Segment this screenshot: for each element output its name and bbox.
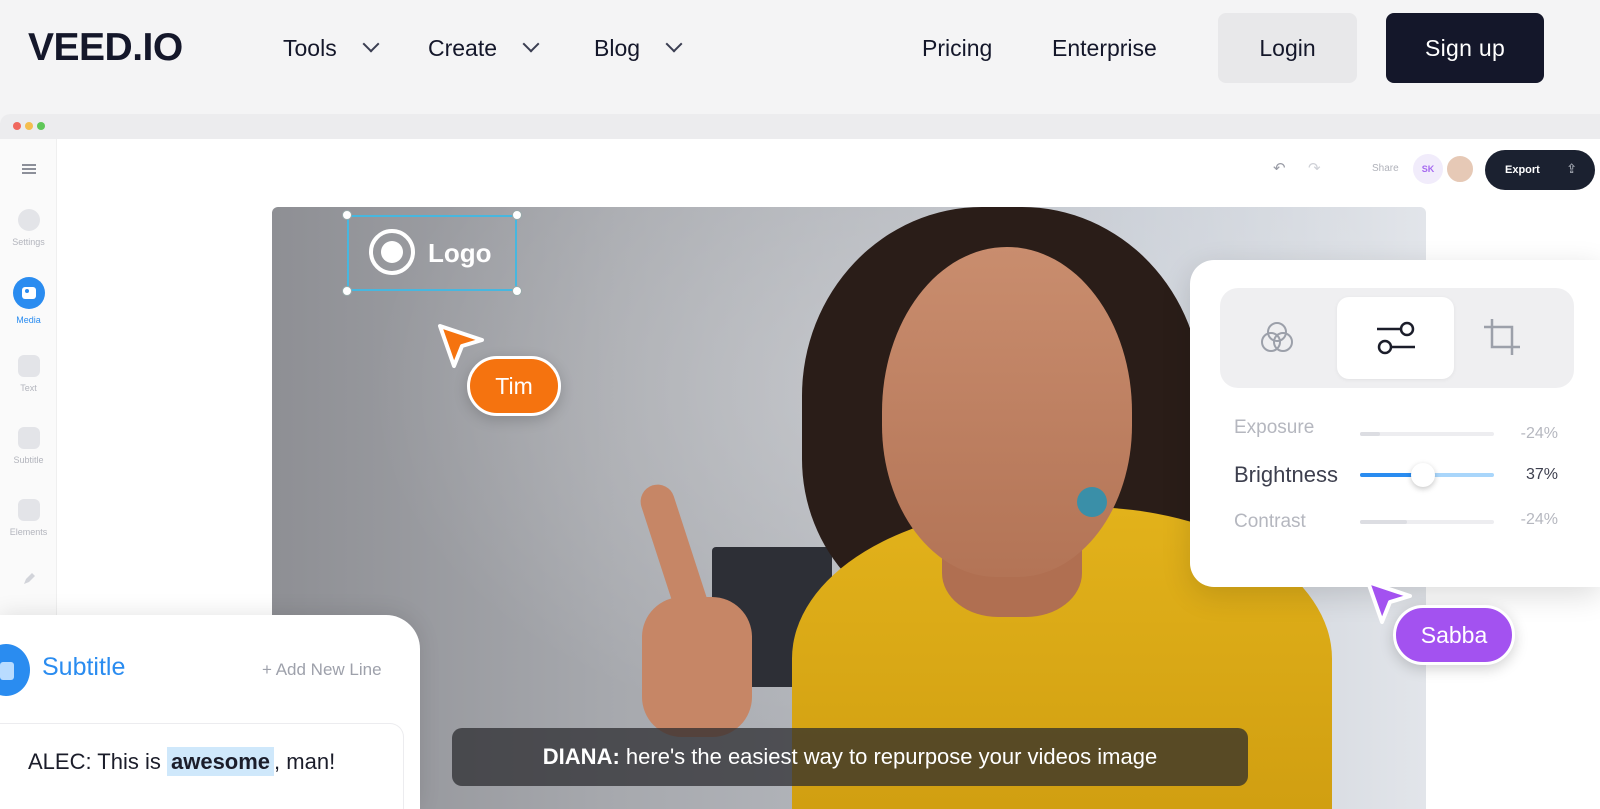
resize-handle[interactable] [342,286,352,296]
login-button[interactable]: Login [1218,13,1357,83]
brightness-knob[interactable] [1411,463,1435,487]
subtitle-icon [0,640,34,700]
adjust-tabs [1220,288,1574,388]
subtitle-line-text[interactable]: ALEC: This is awesome, man! [28,747,336,776]
resize-handle[interactable] [512,210,522,220]
chevron-down-icon [665,35,683,53]
window-titlebar [0,114,1600,139]
text-icon [17,355,40,377]
contrast-value: -24% [1520,511,1558,528]
video-caption[interactable]: DIANA: here's the easiest way to repurpo… [452,728,1248,786]
crop-icon [1484,319,1520,355]
close-dot [13,122,21,130]
logo-text: Logo [428,238,492,268]
exposure-slider[interactable] [1360,432,1494,436]
sidebar-item-label: Settings [12,237,45,247]
media-icon [12,277,45,309]
exposure-label: Exposure [1234,417,1315,438]
nav-pricing[interactable]: Pricing [922,34,992,62]
redo-icon[interactable]: ↷ [1308,159,1321,177]
contrast-slider[interactable] [1360,520,1494,524]
minimize-dot [25,122,33,130]
sidebar-item-text[interactable]: Text [0,355,57,393]
video-person-earring [1077,487,1107,517]
share-button[interactable]: Share [1372,163,1399,174]
export-button[interactable]: Export ⇪ [1485,150,1595,190]
tim-cursor-tag: Tim [467,356,561,416]
exposure-value: -24% [1520,425,1558,442]
brightness-label: Brightness [1234,462,1338,487]
nav-create-label: Create [428,35,498,61]
adjust-panel: Exposure -24% Brightness 37% Contrast -2… [1190,260,1600,587]
subtitle-title: Subtitle [42,653,126,681]
resize-handle[interactable] [512,286,522,296]
subtitle-suffix: , man! [274,749,336,774]
elements-icon [17,499,40,521]
avatar[interactable]: SK [1413,154,1443,184]
export-label: Export [1505,164,1540,176]
caption-speaker: DIANA: [542,744,620,769]
exposure-fill [1360,432,1380,436]
sidebar-item-label: Elements [9,527,48,537]
nav-tools-label: Tools [283,35,337,61]
nav-blog-label: Blog [594,35,641,61]
sidebar-item-label: Text [20,383,37,393]
chevron-down-icon [522,35,540,53]
sabba-cursor-tag: Sabba [1393,605,1515,665]
upload-icon: ⇪ [1566,161,1577,176]
subtitle-highlight: awesome [166,747,275,776]
subtitle-panel: Subtitle + Add New Line ALEC: This is aw… [0,615,420,809]
resize-handle[interactable] [342,210,352,220]
settings-icon [17,209,40,231]
brightness-value: 37% [1525,466,1558,483]
video-person-face [882,247,1132,577]
sidebar-item-settings[interactable]: Settings [0,209,57,247]
add-new-line-button[interactable]: + Add New Line [262,660,382,680]
nav-enterprise[interactable]: Enterprise [1052,34,1157,62]
contrast-label: Contrast [1234,511,1306,532]
nav-create[interactable]: Create [428,34,540,62]
nav-tools[interactable]: Tools [283,34,380,62]
sidebar-item-media[interactable]: Media [0,277,57,325]
nav-blog[interactable]: Blog [594,34,683,62]
contrast-fill [1360,520,1407,524]
menu-icon[interactable] [0,163,57,177]
avatar[interactable] [1445,154,1475,184]
sliders-icon [1377,321,1415,355]
video-person-hand [642,597,752,737]
logo-icon [369,229,415,275]
color-filter-icon [1261,322,1293,352]
tab-filters[interactable] [1257,318,1297,363]
chevron-down-icon [362,35,380,53]
sidebar-item-elements[interactable]: Elements [0,499,57,537]
signup-button[interactable]: Sign up [1386,13,1544,83]
sidebar-item-label: Media [16,315,41,325]
pencil-icon[interactable] [0,571,57,589]
brand-logo[interactable]: VEED.IO [28,28,183,68]
tab-adjust[interactable] [1337,297,1454,379]
sidebar-item-subtitle[interactable]: Subtitle [0,427,57,465]
sidebar-item-label: Subtitle [13,455,44,465]
top-nav: VEED.IO Tools Create Blog Pricing Enterp… [0,0,1600,104]
tab-crop[interactable] [1482,317,1522,362]
undo-icon[interactable]: ↶ [1273,159,1286,177]
maximize-dot [37,122,45,130]
caption-text: here's the easiest way to repurpose your… [619,744,1158,769]
subtitle-icon [17,427,40,449]
subtitle-prefix: ALEC: This is [28,749,167,774]
